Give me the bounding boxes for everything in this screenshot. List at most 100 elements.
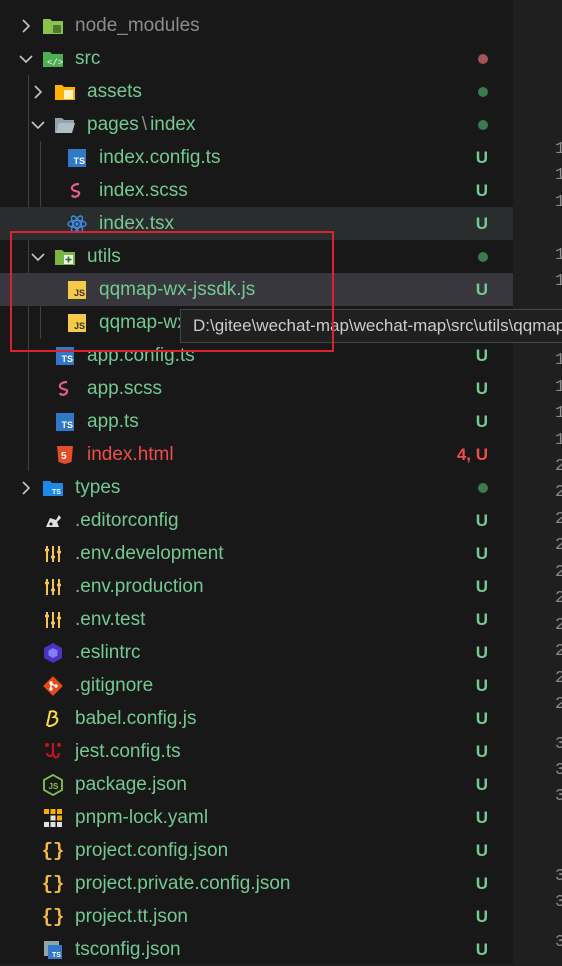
tree-item-jest-config-ts[interactable]: jest.config.ts U	[0, 735, 513, 768]
sass-file-icon	[66, 180, 88, 202]
line-number: 1	[555, 272, 562, 291]
svg-text:JS: JS	[49, 782, 59, 791]
tree-item-label: app.ts	[87, 410, 139, 432]
line-number: 1	[555, 193, 562, 212]
git-status-badge: U	[475, 180, 488, 200]
git-status-badge: U	[475, 906, 488, 926]
tree-item-label: babel.config.js	[75, 707, 197, 729]
tree-item-label: app.scss	[87, 377, 162, 399]
tree-item-label: src	[75, 47, 101, 69]
git-status-badge: 4, U	[456, 444, 488, 464]
git-status-dot	[478, 86, 488, 97]
json-file-icon: {}	[41, 872, 65, 895]
git-status-badge: U	[475, 774, 488, 794]
chevron-right-icon	[30, 84, 46, 100]
line-number: 2	[555, 589, 562, 608]
tree-item-env-development[interactable]: .env.development U	[0, 537, 513, 570]
tree-item-label: index.config.ts	[99, 146, 221, 168]
folder-assets-icon	[54, 81, 76, 103]
git-status-badge: U	[475, 642, 488, 662]
tree-item-project-tt-json[interactable]: {} project.tt.json U	[0, 900, 513, 933]
babel-file-icon	[42, 708, 64, 730]
line-number: 3	[555, 735, 562, 754]
line-number: 1	[555, 431, 562, 450]
jest-file-icon	[42, 741, 64, 763]
file-explorer: node_modules </> src assets pages \ index	[0, 0, 513, 964]
line-number: 2	[555, 457, 562, 476]
git-status-badge: U	[475, 147, 488, 167]
line-number: 1	[555, 166, 562, 185]
tree-item-label: pnpm-lock.yaml	[75, 806, 209, 828]
env-settings-icon	[42, 543, 64, 565]
tree-item-env-test[interactable]: .env.test U	[0, 603, 513, 636]
pnpm-file-icon	[42, 807, 64, 829]
tree-item-label: .eslintrc	[75, 641, 141, 663]
tree-item-assets[interactable]: assets	[0, 75, 513, 108]
line-number: 2	[555, 616, 562, 635]
env-settings-icon	[42, 609, 64, 631]
tree-item-label: .env.production	[75, 575, 204, 597]
git-status-dot	[478, 482, 488, 493]
folder-node-icon	[42, 15, 64, 37]
tree-item-editorconfig[interactable]: .editorconfig U	[0, 504, 513, 537]
tree-item-project-private-config-json[interactable]: {} project.private.config.json U	[0, 867, 513, 900]
line-number: 2	[555, 536, 562, 555]
tree-item-label: project.private.config.json	[75, 872, 291, 894]
tree-item-label: index.html	[87, 443, 174, 465]
tree-item-label: assets	[87, 80, 142, 102]
tree-item-project-config-json[interactable]: {} project.config.json U	[0, 834, 513, 867]
nodejs-file-icon: JS	[42, 773, 64, 796]
tree-item-label: .editorconfig	[75, 509, 179, 531]
env-settings-icon	[42, 576, 64, 598]
line-number: 2	[555, 642, 562, 661]
html-file-icon: 5	[54, 444, 76, 466]
tree-item-label: .gitignore	[75, 674, 154, 696]
tree-item-eslintrc[interactable]: .eslintrc U	[0, 636, 513, 669]
line-number: 1	[555, 351, 562, 370]
tree-item-src[interactable]: </> src	[0, 42, 513, 75]
tree-item-node-modules[interactable]: node_modules	[0, 9, 513, 42]
tree-item-gitignore[interactable]: .gitignore U	[0, 669, 513, 702]
git-status-badge: U	[475, 939, 488, 959]
tree-item-app-scss[interactable]: app.scss U	[0, 372, 513, 405]
typescript-file-icon: TS	[54, 411, 76, 433]
git-status-badge: U	[475, 708, 488, 728]
line-number: 1	[555, 378, 562, 397]
tree-item-label: index.scss	[99, 179, 188, 201]
tree-item-env-production[interactable]: .env.production U	[0, 570, 513, 603]
folder-types-icon: TS	[42, 477, 64, 499]
tree-item-app-ts[interactable]: TS app.ts U	[0, 405, 513, 438]
line-number: 2	[555, 669, 562, 688]
git-status-dot	[478, 119, 488, 130]
git-status-badge: U	[475, 213, 488, 233]
line-number: 3	[555, 893, 562, 912]
line-number: 1	[555, 404, 562, 423]
tree-item-babel-config-js[interactable]: babel.config.js U	[0, 702, 513, 735]
chevron-down-icon	[18, 51, 34, 67]
git-modified-dot	[478, 53, 488, 64]
tree-item-label: node_modules	[75, 14, 200, 36]
tree-item-label: project.tt.json	[75, 905, 188, 927]
tree-item-label: project.config.json	[75, 839, 229, 861]
folder-open-icon	[54, 114, 76, 136]
git-status-badge: U	[475, 741, 488, 761]
svg-text:5: 5	[61, 451, 67, 462]
chevron-down-icon	[30, 117, 46, 133]
tree-item-index-config-ts[interactable]: TS index.config.ts U	[0, 141, 513, 174]
tree-item-package-json[interactable]: JS package.json U	[0, 768, 513, 801]
line-number: 1	[555, 246, 562, 265]
git-status-badge: U	[475, 279, 488, 299]
tree-item-index-scss[interactable]: index.scss U	[0, 174, 513, 207]
tree-item-index-html[interactable]: 5 index.html 4, U	[0, 438, 513, 471]
tree-item-pnpm-lock-yaml[interactable]: pnpm-lock.yaml U	[0, 801, 513, 834]
git-status-badge: U	[475, 411, 488, 431]
tree-item-types[interactable]: TS types	[0, 471, 513, 504]
tree-item-label: jest.config.ts	[75, 740, 181, 762]
git-status-badge: U	[475, 675, 488, 695]
git-status-badge: U	[475, 510, 488, 530]
tree-item-pages-index[interactable]: pages \ index	[0, 108, 513, 141]
eslint-file-icon	[42, 642, 64, 664]
line-number: 2	[555, 510, 562, 529]
tree-item-label: .env.test	[75, 608, 146, 630]
tree-item-tsconfig-json[interactable]: TS tsconfig.json U	[0, 933, 513, 966]
